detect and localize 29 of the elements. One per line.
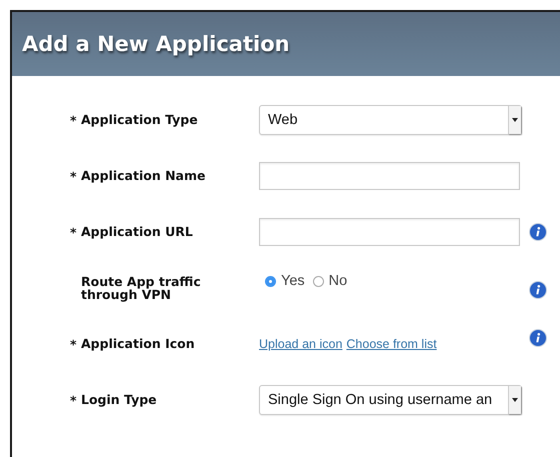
required-mark: * xyxy=(70,224,78,240)
required-mark: * xyxy=(70,168,78,184)
info-icon[interactable] xyxy=(529,223,547,241)
field-label: Route App traffic through VPN xyxy=(81,274,202,302)
field-label: Login Type xyxy=(81,392,157,406)
info-icon[interactable] xyxy=(529,281,547,299)
field-label: Application Type xyxy=(81,112,198,126)
select-field[interactable]: Web xyxy=(259,105,522,135)
dialog-title: Add a New Application xyxy=(22,32,290,56)
radio-label: No xyxy=(328,273,348,289)
info-icon[interactable] xyxy=(529,329,547,347)
field-label: Application URL xyxy=(81,224,193,238)
required-mark: * xyxy=(70,336,78,352)
input-field[interactable] xyxy=(259,218,520,246)
caret-icon xyxy=(512,398,518,402)
required-mark: * xyxy=(70,392,78,408)
link[interactable]: Choose from list xyxy=(346,337,437,351)
radio-button[interactable] xyxy=(265,276,276,286)
field-label: Application Name xyxy=(81,168,206,182)
link[interactable]: Upload an icon xyxy=(259,337,342,351)
radio-label: Yes xyxy=(281,273,305,289)
required-mark: * xyxy=(70,112,78,128)
radio-option[interactable]: No xyxy=(312,273,348,289)
radio-button[interactable] xyxy=(312,276,324,286)
select-field[interactable]: Single Sign On using username an xyxy=(259,385,522,415)
caret-icon xyxy=(512,118,518,122)
input-field[interactable] xyxy=(259,162,520,190)
radio-option[interactable]: Yes xyxy=(265,273,305,289)
field-label: Application Icon xyxy=(81,336,195,350)
